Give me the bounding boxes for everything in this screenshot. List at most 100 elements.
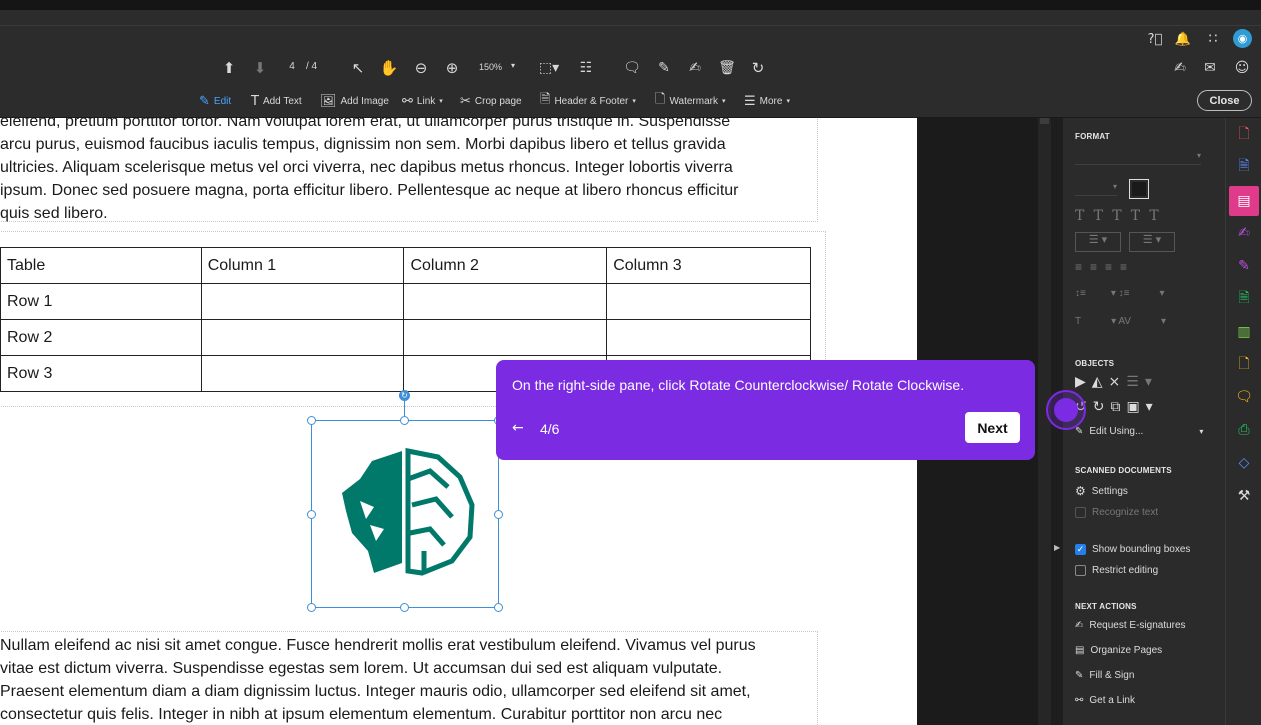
fill-sign-icon: ✎ bbox=[1075, 670, 1084, 681]
resize-handle-right[interactable] bbox=[494, 510, 503, 519]
export-pdf-icon[interactable]: 🗎 bbox=[1235, 158, 1253, 176]
paragraph-line: Nullam eleifend ac nisi sit amet congue.… bbox=[0, 637, 756, 654]
page-down-icon[interactable]: ⬇ bbox=[251, 59, 269, 77]
link-icon: ⚯ bbox=[402, 93, 413, 109]
protect-shield-icon[interactable]: ◇ bbox=[1235, 454, 1253, 472]
resize-handle-bottom-left[interactable] bbox=[307, 603, 316, 612]
create-pdf-icon[interactable]: 🗋 bbox=[1235, 126, 1253, 144]
delete-icon[interactable]: 🗑 bbox=[718, 59, 736, 77]
next-actions-title: NEXT ACTIONS bbox=[1075, 602, 1137, 611]
print-production-icon[interactable]: ⎙ bbox=[1235, 421, 1253, 439]
next-button[interactable]: Next bbox=[965, 412, 1020, 443]
resize-handle-top-left[interactable] bbox=[307, 416, 316, 425]
scrollbar-thumb[interactable] bbox=[1040, 118, 1049, 124]
line-spacing-controls[interactable]: ↕≡ ▾ ↕≡ ▾ bbox=[1075, 288, 1201, 299]
table-header-cell: Column 3 bbox=[606, 247, 811, 284]
link-chevron-down-icon: ▾ bbox=[439, 98, 443, 105]
recognize-text-checkbox[interactable]: Recognize text bbox=[1075, 507, 1158, 518]
back-arrow-icon[interactable]: ← bbox=[512, 420, 524, 436]
edit-pdf-icon[interactable]: ▤ bbox=[1229, 186, 1259, 216]
table-row: Row 2 bbox=[0, 319, 811, 356]
settings-button[interactable]: ⚙ Settings bbox=[1075, 484, 1128, 498]
guide-tooltip: On the right-side pane, click Rotate Cou… bbox=[496, 360, 1035, 460]
resize-handle-top[interactable] bbox=[400, 416, 409, 425]
rotate-handle-icon[interactable]: ↻ bbox=[399, 390, 410, 401]
restrict-editing-box bbox=[1075, 565, 1086, 576]
add-image-tool[interactable]: 🖼 Add Image bbox=[320, 93, 389, 109]
collapse-panel-arrow-icon[interactable]: ▶ bbox=[1054, 543, 1060, 552]
table-header-cell: Column 2 bbox=[403, 247, 608, 284]
combine-files-icon[interactable]: 🗋 bbox=[1235, 356, 1253, 374]
add-text-tool[interactable]: T Add Text bbox=[251, 93, 302, 109]
selected-image-frame[interactable] bbox=[311, 420, 499, 608]
highlight-pen-icon[interactable]: ✎ bbox=[655, 59, 673, 77]
page-number-input[interactable]: 4 bbox=[284, 61, 300, 75]
fill-sign-icon[interactable]: ✍ bbox=[1171, 59, 1189, 77]
font-color-swatch[interactable] bbox=[1129, 179, 1149, 199]
more-tools-icon[interactable]: ⚒ bbox=[1235, 487, 1253, 505]
text-style-icons[interactable]: TTTTT bbox=[1075, 208, 1168, 224]
text-t-icon: T bbox=[251, 93, 259, 109]
resize-handle-left[interactable] bbox=[307, 510, 316, 519]
fill-and-sign-icon[interactable]: ✎ bbox=[1235, 257, 1253, 275]
page-up-icon[interactable]: ⬆ bbox=[220, 59, 238, 77]
fit-page-icon[interactable]: ⬚▾ bbox=[536, 59, 562, 77]
zoom-chevron-down-icon[interactable]: ▾ bbox=[511, 61, 515, 70]
crop-page-label: Crop page bbox=[474, 95, 522, 107]
edit-using-dropdown[interactable]: ✎ Edit Using... ▾ bbox=[1075, 426, 1203, 437]
edit-tool[interactable]: ✎ Edit bbox=[199, 93, 231, 109]
close-button[interactable]: Close bbox=[1197, 90, 1252, 111]
comment-icon[interactable]: 🗨 bbox=[623, 59, 641, 77]
next-action-get-link[interactable]: ⚯ Get a Link bbox=[1075, 695, 1135, 706]
numbered-list-icon[interactable]: ☰ ▾ bbox=[1129, 232, 1175, 252]
character-spacing-controls[interactable]: T ▾ AV ▾ bbox=[1075, 316, 1201, 327]
restrict-editing-label: Restrict editing bbox=[1092, 565, 1159, 576]
link-tool[interactable]: ⚯ Link ▾ bbox=[402, 93, 443, 109]
zoom-out-icon[interactable]: ⊖ bbox=[412, 59, 430, 77]
help-icon[interactable]: ?⃝ bbox=[1146, 30, 1164, 48]
share-user-icon[interactable]: ☺ bbox=[1233, 59, 1251, 77]
window-title-bar bbox=[0, 0, 1261, 10]
next-action-request-esignatures[interactable]: ✍ Request E-signatures bbox=[1075, 620, 1186, 631]
more-tool[interactable]: ☰ More ▾ bbox=[744, 93, 790, 109]
select-cursor-icon[interactable]: ↖ bbox=[349, 59, 367, 77]
rotate-object-icons[interactable]: ↺↻⧉▣▾ bbox=[1075, 399, 1159, 415]
resize-handle-bottom-right[interactable] bbox=[494, 603, 503, 612]
watermark-tool[interactable]: 🗋 Watermark ▾ bbox=[655, 92, 726, 109]
crop-page-tool[interactable]: ✂ Crop page bbox=[460, 93, 522, 109]
request-signatures-icon[interactable]: ✍ bbox=[1235, 224, 1253, 242]
watermark-chevron-down-icon: ▾ bbox=[721, 98, 726, 105]
scroll-mode-icon[interactable]: ☷ bbox=[576, 59, 596, 77]
brain-logo-image bbox=[342, 447, 475, 576]
objects-section-title: OBJECTS bbox=[1075, 359, 1115, 368]
hand-tool-icon[interactable]: ✋ bbox=[380, 59, 399, 77]
paragraph-1[interactable]: eleifend, pretium porttitor tortor. Nam … bbox=[0, 118, 812, 225]
email-icon[interactable]: ✉ bbox=[1201, 59, 1219, 77]
recognize-text-label: Recognize text bbox=[1092, 507, 1159, 518]
bullet-list-icon[interactable]: ☰ ▾ bbox=[1075, 232, 1121, 252]
scan-ocr-icon[interactable]: 🗎 bbox=[1235, 290, 1253, 308]
bell-icon[interactable]: 🔔 bbox=[1174, 30, 1192, 48]
zoom-in-icon[interactable]: ⊕ bbox=[443, 59, 461, 77]
show-bounding-boxes-checkbox[interactable]: ✓ Show bounding boxes bbox=[1075, 544, 1190, 555]
flip-crop-icons[interactable]: ▶◭⨯☰▾ bbox=[1075, 374, 1158, 390]
paragraph-2[interactable]: Nullam eleifend ac nisi sit amet congue.… bbox=[0, 634, 812, 725]
next-action-fill-sign[interactable]: ✎ Fill & Sign bbox=[1075, 670, 1134, 681]
avatar[interactable]: ◉ bbox=[1233, 29, 1252, 48]
header-footer-tool[interactable]: 🗎 Header & Footer ▾ bbox=[540, 92, 636, 109]
alignment-icons[interactable]: ≡≡≡≡ bbox=[1075, 260, 1135, 274]
scanned-documents-title: SCANNED DOCUMENTS bbox=[1075, 466, 1172, 475]
zoom-level-select[interactable]: 150% bbox=[479, 62, 502, 72]
rotate-icon[interactable]: ↻ bbox=[749, 59, 767, 77]
organize-pages-rail-icon[interactable]: ▥ bbox=[1235, 323, 1253, 341]
resize-handle-bottom[interactable] bbox=[400, 603, 409, 612]
apps-grid-icon[interactable]: ∷ bbox=[1204, 30, 1222, 48]
sign-icon[interactable]: ✍ bbox=[686, 59, 704, 77]
font-family-select[interactable]: ▾ bbox=[1075, 151, 1201, 165]
restrict-editing-checkbox[interactable]: Restrict editing bbox=[1075, 565, 1158, 576]
guide-beacon-dot[interactable] bbox=[1054, 398, 1078, 422]
comment-rail-icon[interactable]: 🗨 bbox=[1235, 388, 1253, 406]
font-size-select[interactable]: ▾ bbox=[1075, 182, 1117, 196]
next-action-organize-pages[interactable]: ▤ Organize Pages bbox=[1075, 645, 1162, 656]
edit-label: Edit bbox=[213, 95, 232, 107]
